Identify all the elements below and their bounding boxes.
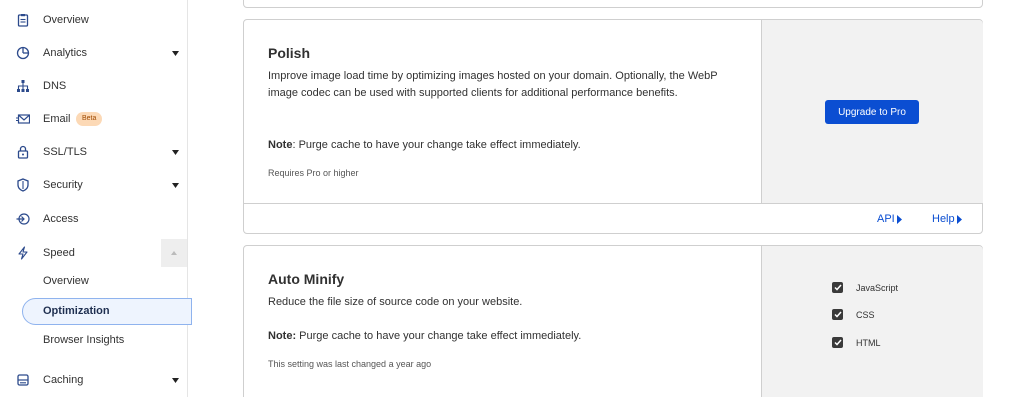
note-label: Note <box>268 139 293 151</box>
sidebar-subitem-browser-insights[interactable]: Browser Insights <box>43 334 124 346</box>
javascript-checkbox-row[interactable]: JavaScript <box>832 282 898 293</box>
help-link[interactable]: Help <box>932 213 962 225</box>
auto-minify-description: Reduce the file size of source code on y… <box>268 296 523 308</box>
checkmark-icon <box>833 284 842 291</box>
sidebar: Overview Analytics DNS Email Beta SSL/TL… <box>0 0 192 397</box>
sidebar-item-ssl-tls[interactable]: SSL/TLS <box>0 138 188 166</box>
help-link-label: Help <box>932 213 955 225</box>
shield-icon <box>16 178 30 192</box>
network-icon <box>16 79 30 93</box>
sidebar-item-email[interactable]: Email Beta <box>0 105 188 133</box>
sidebar-item-label: Analytics <box>43 47 88 59</box>
sidebar-item-analytics[interactable]: Analytics <box>0 39 188 67</box>
sidebar-item-label: Email <box>43 113 71 125</box>
polish-card-footer: API Help <box>244 203 982 234</box>
css-label: CSS <box>856 309 875 320</box>
css-checkbox-row[interactable]: CSS <box>832 309 875 320</box>
sidebar-item-label: DNS <box>43 80 67 92</box>
sidebar-item-label: Overview <box>43 14 89 26</box>
sidebar-item-caching[interactable]: Caching <box>0 366 188 394</box>
sidebar-subitem-overview[interactable]: Overview <box>43 275 89 287</box>
html-checkbox-row[interactable]: HTML <box>832 337 881 348</box>
css-checkbox[interactable] <box>832 309 843 320</box>
polish-note: Note: Purge cache to have your change ta… <box>268 139 581 151</box>
note-text: : Purge cache to have your change take e… <box>292 139 581 151</box>
auto-minify-card: Auto Minify Reduce the file size of sour… <box>243 245 983 397</box>
chevron-down-icon[interactable] <box>171 376 179 384</box>
html-checkbox[interactable] <box>832 337 843 348</box>
chevron-down-icon[interactable] <box>171 181 179 189</box>
collapse-speed-button[interactable] <box>161 239 187 267</box>
caret-right-icon <box>956 214 962 224</box>
note-label: Note: <box>268 330 297 342</box>
chevron-up-icon <box>171 251 177 255</box>
sidebar-item-dns[interactable]: DNS <box>0 72 188 100</box>
javascript-checkbox[interactable] <box>832 282 843 293</box>
polish-title: Polish <box>268 45 311 61</box>
sidebar-item-label: Speed <box>43 247 75 259</box>
html-label: HTML <box>856 337 881 348</box>
sidebar-item-security[interactable]: Security <box>0 171 188 199</box>
polish-description: Improve image load time by optimizing im… <box>268 70 718 99</box>
sidebar-subitem-optimization[interactable]: Optimization <box>43 305 110 317</box>
lock-icon <box>16 145 30 159</box>
sidebar-item-label: Caching <box>43 374 84 386</box>
storage-icon <box>16 373 30 387</box>
auto-minify-note: Note: Purge cache to have your change ta… <box>268 330 581 342</box>
checkmark-icon <box>833 311 842 318</box>
auto-minify-title: Auto Minify <box>268 271 345 287</box>
sidebar-item-speed[interactable]: Speed <box>0 239 188 267</box>
sidebar-item-label: Access <box>43 213 79 225</box>
beta-badge: Beta <box>76 112 103 126</box>
auto-minify-options-panel: JavaScript CSS HTML <box>761 246 983 397</box>
clipboard-icon <box>16 13 30 27</box>
javascript-label: JavaScript <box>856 282 899 293</box>
sidebar-item-label: Security <box>43 179 83 191</box>
sidebar-item-label: SSL/TLS <box>43 146 88 158</box>
checkmark-icon <box>833 339 842 346</box>
sidebar-item-overview[interactable]: Overview <box>0 6 188 34</box>
note-text: Purge cache to have your change take eff… <box>296 330 582 342</box>
upgrade-to-pro-button[interactable]: Upgrade to Pro <box>825 100 919 124</box>
polish-card: Polish Improve image load time by optimi… <box>243 19 983 234</box>
envelope-icon <box>16 112 30 126</box>
previous-card <box>243 0 983 8</box>
polish-requirement: Requires Pro or higher <box>268 168 359 178</box>
polish-control-panel: Upgrade to Pro <box>761 20 983 203</box>
auto-minify-last-changed: This setting was last changed a year ago <box>268 359 432 369</box>
chevron-down-icon[interactable] <box>171 148 179 156</box>
api-link-label: API <box>877 213 895 225</box>
lightning-icon <box>16 246 30 260</box>
pie-chart-icon <box>16 46 30 60</box>
chevron-down-icon[interactable] <box>171 49 179 57</box>
sidebar-item-access[interactable]: Access <box>0 205 188 233</box>
login-icon <box>16 212 30 226</box>
api-link[interactable]: API <box>877 213 902 225</box>
caret-right-icon <box>896 214 902 224</box>
